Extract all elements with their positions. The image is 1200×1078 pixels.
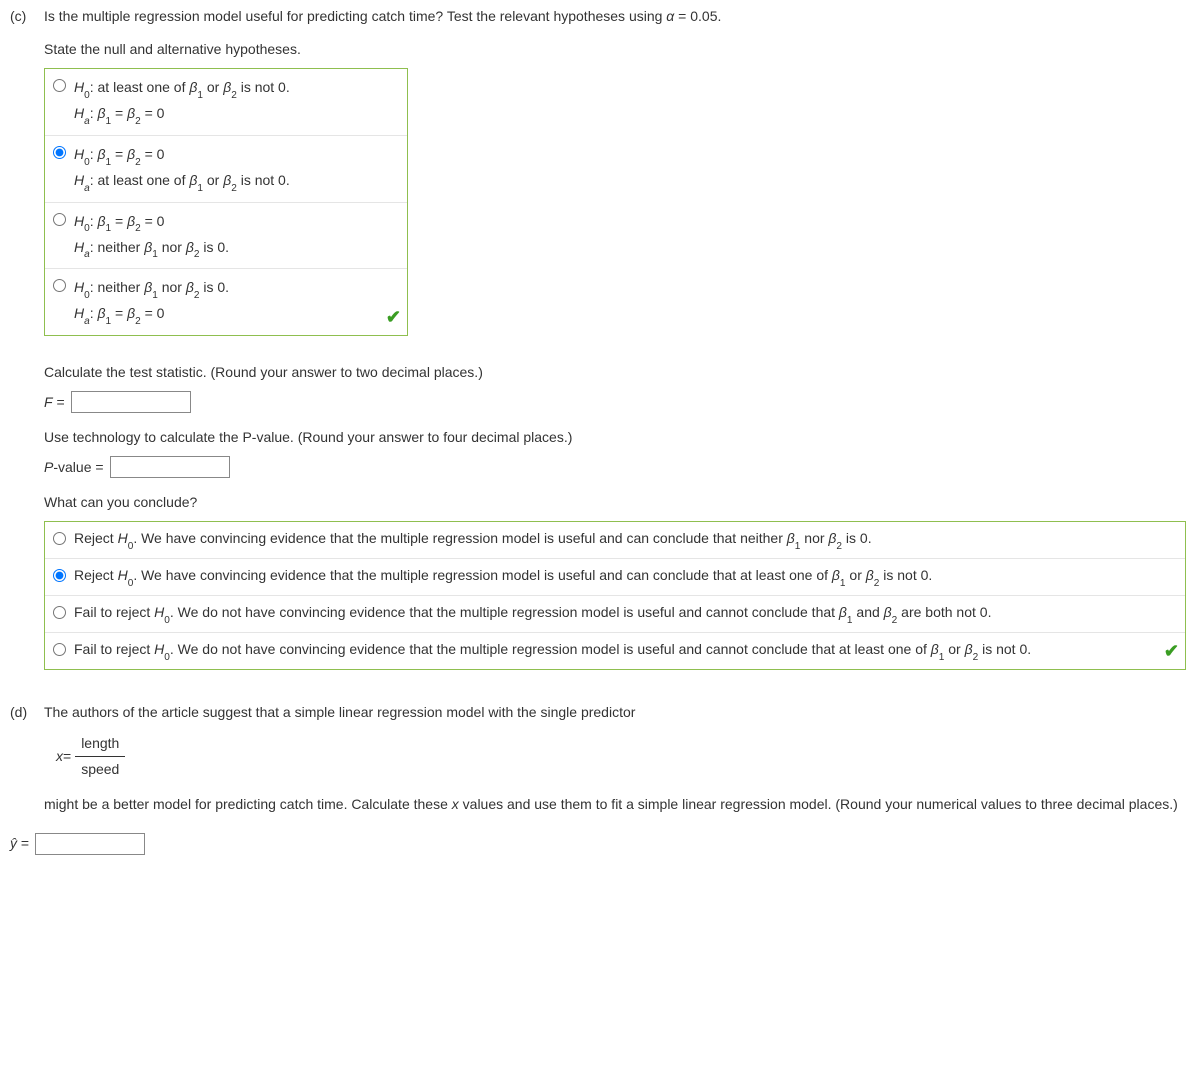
part-c-prompt: Is the multiple regression model useful … (44, 6, 1190, 27)
hyp-option-1-text: H0: at least one of β1 or β2 is not 0. H… (74, 75, 399, 129)
hyp-option-4-text: H0: neither β1 nor β2 is 0. Ha: β1 = β2 … (74, 275, 399, 329)
conc-option-1-text: Reject H0. We have convincing evidence t… (74, 528, 1177, 552)
part-c-label: (c) (10, 6, 44, 27)
check-icon: ✔ (1164, 638, 1179, 665)
conc-option-4-text: Fail to reject H0. We do not have convin… (74, 639, 1177, 663)
yhat-input[interactable] (35, 833, 145, 855)
part-d-prompt-2: might be a better model for predicting c… (44, 794, 1190, 815)
conc-option-1[interactable]: Reject H0. We have convincing evidence t… (45, 522, 1185, 558)
conc-option-3-text: Fail to reject H0. We do not have convin… (74, 602, 1177, 626)
hyp-option-4[interactable]: H0: neither β1 nor β2 is 0. Ha: β1 = β2 … (45, 268, 407, 335)
conc-radio-1[interactable] (53, 532, 66, 545)
x-equation: x = length speed (56, 733, 1190, 780)
calc-stat-prompt: Calculate the test statistic. (Round you… (44, 362, 1190, 383)
hyp-option-1[interactable]: H0: at least one of β1 or β2 is not 0. H… (45, 69, 407, 135)
conc-option-4[interactable]: Fail to reject H0. We do not have convin… (45, 632, 1185, 669)
conc-option-2-text: Reject H0. We have convincing evidence t… (74, 565, 1177, 589)
part-d-prompt: The authors of the article suggest that … (44, 702, 1190, 723)
hyp-radio-3[interactable] (53, 213, 66, 226)
conc-option-2[interactable]: Reject H0. We have convincing evidence t… (45, 558, 1185, 595)
conc-radio-4[interactable] (53, 643, 66, 656)
conclusion-answer-box: Reject H0. We have convincing evidence t… (44, 521, 1186, 670)
pvalue-label: P-value = (44, 457, 104, 478)
part-c-prompt-text: Is the multiple regression model useful … (44, 8, 721, 24)
check-icon: ✔ (386, 304, 401, 331)
conc-radio-3[interactable] (53, 606, 66, 619)
hyp-option-2[interactable]: H0: β1 = β2 = 0 Ha: at least one of β1 o… (45, 135, 407, 202)
hyp-radio-1[interactable] (53, 79, 66, 92)
state-hypotheses-prompt: State the null and alternative hypothese… (44, 39, 1190, 60)
pvalue-prompt: Use technology to calculate the P-value.… (44, 427, 1190, 448)
frac-den: speed (75, 757, 125, 780)
hyp-option-2-text: H0: β1 = β2 = 0 Ha: at least one of β1 o… (74, 142, 399, 196)
f-value-input[interactable] (71, 391, 191, 413)
hyp-option-3-text: H0: β1 = β2 = 0 Ha: neither β1 nor β2 is… (74, 209, 399, 263)
part-d-label: (d) (10, 702, 44, 723)
conc-radio-2[interactable] (53, 569, 66, 582)
yhat-label: ŷ = (10, 833, 29, 854)
conc-option-3[interactable]: Fail to reject H0. We do not have convin… (45, 595, 1185, 632)
hyp-radio-4[interactable] (53, 279, 66, 292)
hyp-radio-2[interactable] (53, 146, 66, 159)
hypotheses-answer-box: H0: at least one of β1 or β2 is not 0. H… (44, 68, 408, 336)
pvalue-input[interactable] (110, 456, 230, 478)
f-label: F = (44, 392, 65, 413)
conclude-prompt: What can you conclude? (44, 492, 1190, 513)
frac-num: length (75, 733, 125, 757)
hyp-option-3[interactable]: H0: β1 = β2 = 0 Ha: neither β1 nor β2 is… (45, 202, 407, 269)
